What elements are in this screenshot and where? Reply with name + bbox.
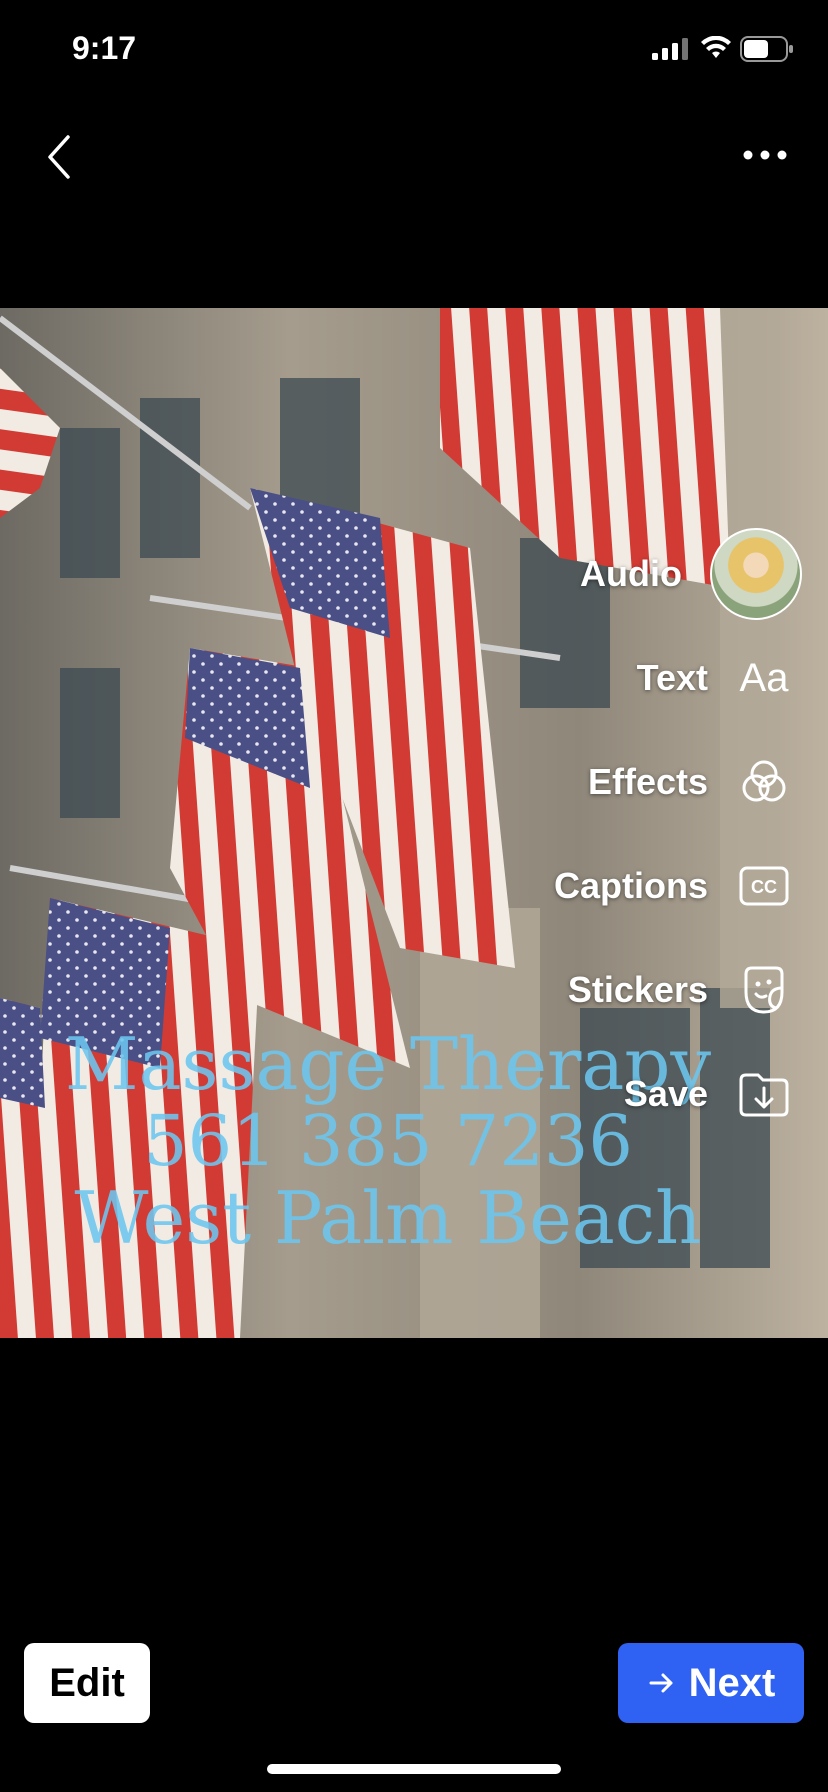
top-bar [0,110,828,200]
edit-button[interactable]: Edit [24,1643,150,1723]
tool-captions[interactable]: Captions CC [554,846,792,926]
effects-icon [742,760,786,802]
arrow-right-icon [649,1673,673,1693]
signal-icon [652,38,688,60]
tool-stickers[interactable]: Stickers [568,950,792,1030]
text-aa-glyph: Aa [739,655,789,700]
save-icon [739,1073,789,1117]
tool-label: Text [636,657,708,698]
next-button[interactable]: Next [618,1643,804,1723]
next-label: Next [688,1660,776,1705]
tool-text[interactable]: Text Aa [637,638,792,718]
tool-label: Save [623,1073,708,1114]
tool-audio[interactable]: Audio [580,528,802,620]
status-time: 9:17 [72,30,137,66]
overlay-line-3: West Palm Beach [74,1176,702,1260]
battery-icon [740,36,793,62]
tool-label: Stickers [567,969,708,1010]
text-aa-icon: Aa [736,650,792,706]
back-chevron-icon[interactable] [40,132,80,182]
home-indicator [267,1764,561,1774]
tool-label: Captions [553,865,708,906]
more-options-icon[interactable] [740,140,790,170]
tool-save[interactable]: Save [624,1054,792,1134]
tool-effects[interactable]: Effects [588,742,792,822]
tool-label: Effects [587,761,708,802]
svg-text:CC: CC [751,877,777,897]
stickers-icon [744,966,784,1014]
tool-label: Audio [580,553,682,594]
audio-avatar [710,528,802,620]
status-bar: 9:17 [0,0,828,100]
captions-icon: CC [739,866,789,906]
wifi-icon [701,36,731,58]
